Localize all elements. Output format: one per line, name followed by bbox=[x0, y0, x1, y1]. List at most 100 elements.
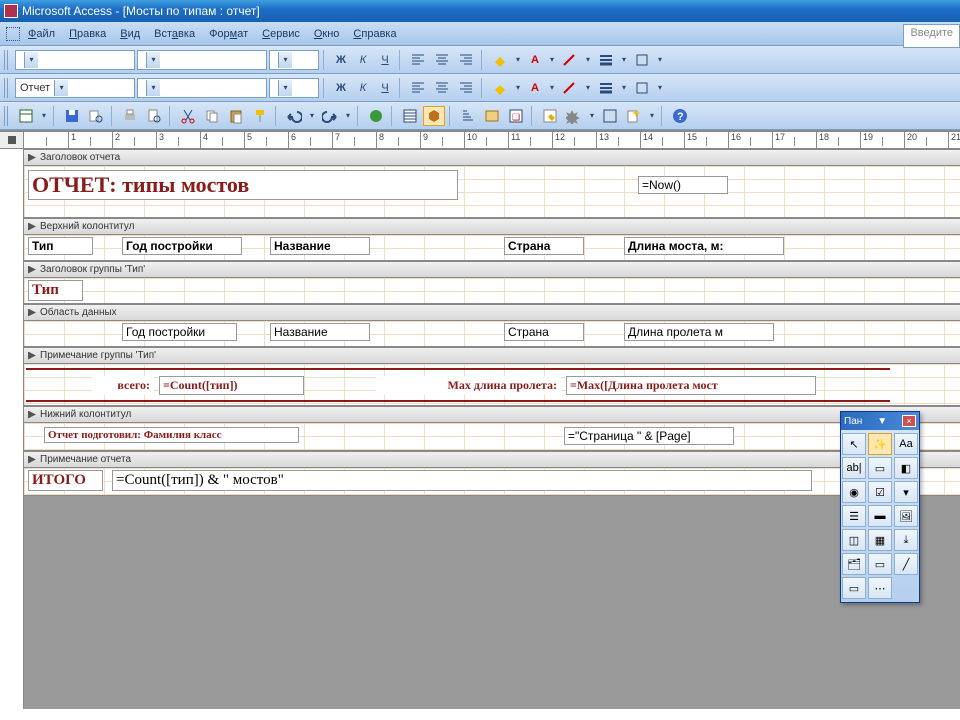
newobj-dd[interactable]: ▾ bbox=[647, 111, 657, 120]
properties-button[interactable] bbox=[539, 106, 561, 126]
object-combo-blank[interactable]: ▾ bbox=[15, 50, 135, 70]
section-page-header[interactable]: Тип Год постройки Название Страна Длина … bbox=[24, 235, 960, 261]
new-object-button[interactable] bbox=[623, 106, 645, 126]
line-width-button[interactable] bbox=[595, 50, 617, 70]
paste-button[interactable] bbox=[225, 106, 247, 126]
section-page-footer[interactable]: Отчет подготовил: Фамилия класс ="Страни… bbox=[24, 423, 960, 451]
code-button[interactable]: ❏ bbox=[505, 106, 527, 126]
label-col-country[interactable]: Страна bbox=[504, 237, 584, 255]
section-bar-detail[interactable]: Область данных bbox=[24, 304, 960, 321]
help-button[interactable]: ? bbox=[669, 106, 691, 126]
menu-edit[interactable]: Правка bbox=[69, 28, 106, 40]
textbox-count-type[interactable]: =Count([тип]) bbox=[159, 376, 304, 395]
field-list-button[interactable] bbox=[399, 106, 421, 126]
align-center-button-2[interactable] bbox=[431, 78, 453, 98]
line-width-button-2[interactable] bbox=[595, 78, 617, 98]
toolbox-image[interactable]: 🖼 bbox=[894, 505, 918, 527]
section-bar-report-header[interactable]: Заголовок отчета bbox=[24, 149, 960, 166]
toolbox-close-button[interactable]: × bbox=[902, 415, 916, 427]
undo-button[interactable] bbox=[283, 106, 305, 126]
section-bar-group-header[interactable]: Заголовок группы 'Тип' bbox=[24, 261, 960, 278]
fontcolor-dd-2[interactable]: ▾ bbox=[547, 83, 557, 92]
toolbox-tab[interactable]: 🗂 bbox=[842, 553, 866, 575]
label-report-title[interactable]: ОТЧЕТ: типы мостов bbox=[28, 170, 458, 200]
textbox-now[interactable]: =Now() bbox=[638, 176, 728, 194]
label-itogo[interactable]: ИТОГО bbox=[28, 470, 103, 491]
autoformat-button[interactable] bbox=[481, 106, 503, 126]
search-file-button[interactable] bbox=[85, 106, 107, 126]
toolbar-grip[interactable] bbox=[4, 50, 10, 70]
toolbox-label[interactable]: Aa bbox=[894, 433, 918, 455]
build-button[interactable] bbox=[563, 106, 585, 126]
textbox-length[interactable]: Длина пролета м bbox=[624, 323, 774, 341]
section-report-header[interactable]: ОТЧЕТ: типы мостов =Now() bbox=[24, 166, 960, 218]
font-color-button-2[interactable]: A bbox=[525, 78, 545, 98]
font-color-button[interactable]: A bbox=[525, 50, 545, 70]
align-right-button[interactable] bbox=[455, 50, 477, 70]
label-col-year[interactable]: Год постройки bbox=[122, 237, 242, 255]
label-col-type[interactable]: Тип bbox=[28, 237, 93, 255]
toolbox-wizard[interactable]: ✨ bbox=[868, 433, 892, 455]
toolbar-grip-3[interactable] bbox=[4, 106, 10, 126]
toolbox-button[interactable]: ▬ bbox=[868, 505, 892, 527]
label-col-length[interactable]: Длина моста, м: bbox=[624, 237, 784, 255]
system-menu-icon[interactable] bbox=[6, 27, 20, 41]
toolbar-grip-2[interactable] bbox=[4, 78, 10, 98]
special-effect-button-2[interactable] bbox=[631, 78, 653, 98]
menu-service[interactable]: Сервис bbox=[262, 28, 300, 40]
special-effect-dropdown[interactable]: ▾ bbox=[655, 55, 665, 64]
redo-dd[interactable]: ▾ bbox=[343, 111, 353, 120]
bold-button-2[interactable]: Ж bbox=[331, 78, 351, 98]
textbox-itogo[interactable]: =Count([тип]) & " мостов" bbox=[112, 470, 812, 491]
align-left-button-2[interactable] bbox=[407, 78, 429, 98]
menu-help[interactable]: Справка bbox=[353, 28, 396, 40]
section-report-footer[interactable]: ИТОГО =Count([тип]) & " мостов" bbox=[24, 468, 960, 496]
menu-view[interactable]: Вид bbox=[120, 28, 140, 40]
textbox-max-length[interactable]: =Мах([Длина пролета мост bbox=[566, 376, 816, 395]
menu-window[interactable]: Окно bbox=[314, 28, 340, 40]
cut-button[interactable] bbox=[177, 106, 199, 126]
underline-button[interactable]: Ч bbox=[375, 50, 395, 70]
font-combo[interactable]: ▾ bbox=[137, 78, 267, 98]
toolbox-combo[interactable]: ▾ bbox=[894, 481, 918, 503]
toolbox-rect[interactable]: ▭ bbox=[842, 577, 866, 599]
fill-color-button[interactable] bbox=[489, 50, 511, 70]
line-width-dropdown[interactable]: ▾ bbox=[619, 55, 629, 64]
toolbox-subform[interactable]: ▭ bbox=[868, 553, 892, 575]
label-max-length[interactable]: Мах длина пролета: bbox=[376, 376, 561, 395]
undo-dd[interactable]: ▾ bbox=[307, 111, 317, 120]
section-bar-report-footer[interactable]: Примечание отчета bbox=[24, 451, 960, 468]
align-center-button[interactable] bbox=[431, 50, 453, 70]
view-button[interactable] bbox=[15, 106, 37, 126]
align-right-button-2[interactable] bbox=[455, 78, 477, 98]
textbox-group-type[interactable]: Тип bbox=[28, 280, 83, 301]
toolbox-line[interactable]: ╱ bbox=[894, 553, 918, 575]
fontsize-combo[interactable]: ▾ bbox=[269, 78, 319, 98]
line-color-button-2[interactable] bbox=[559, 78, 581, 98]
fill-color-button-2[interactable] bbox=[489, 78, 511, 98]
section-bar-page-header[interactable]: Верхний колонтитул bbox=[24, 218, 960, 235]
section-detail[interactable]: Год постройки Название Страна Длина прол… bbox=[24, 321, 960, 347]
linewidth-dd-2[interactable]: ▾ bbox=[619, 83, 629, 92]
underline-button-2[interactable]: Ч bbox=[375, 78, 395, 98]
insert-hyperlink-button[interactable] bbox=[365, 106, 387, 126]
print-button[interactable] bbox=[119, 106, 141, 126]
section-group-header[interactable]: Тип bbox=[24, 278, 960, 304]
line-bottom[interactable] bbox=[26, 400, 890, 402]
vertical-ruler[interactable] bbox=[0, 149, 24, 709]
bold-button[interactable]: Ж bbox=[331, 50, 351, 70]
menu-file[interactable]: Файл bbox=[28, 28, 55, 40]
toolbox-list[interactable]: ☰ bbox=[842, 505, 866, 527]
toolbox-pointer[interactable]: ↖ bbox=[842, 433, 866, 455]
toolbox-textbox[interactable]: ab| bbox=[842, 457, 866, 479]
section-bar-page-footer[interactable]: Нижний колонтитул bbox=[24, 406, 960, 423]
toolbox-pagebreak[interactable]: ⤓ bbox=[894, 529, 918, 551]
format-painter-button[interactable] bbox=[249, 106, 271, 126]
line-color-dropdown[interactable]: ▾ bbox=[583, 55, 593, 64]
textbox-country[interactable]: Страна bbox=[504, 323, 584, 341]
line-top[interactable] bbox=[26, 368, 890, 370]
save-button[interactable] bbox=[61, 106, 83, 126]
toolbox-checkbox[interactable]: ☑ bbox=[868, 481, 892, 503]
align-left-button[interactable] bbox=[407, 50, 429, 70]
view-dd[interactable]: ▾ bbox=[39, 111, 49, 120]
